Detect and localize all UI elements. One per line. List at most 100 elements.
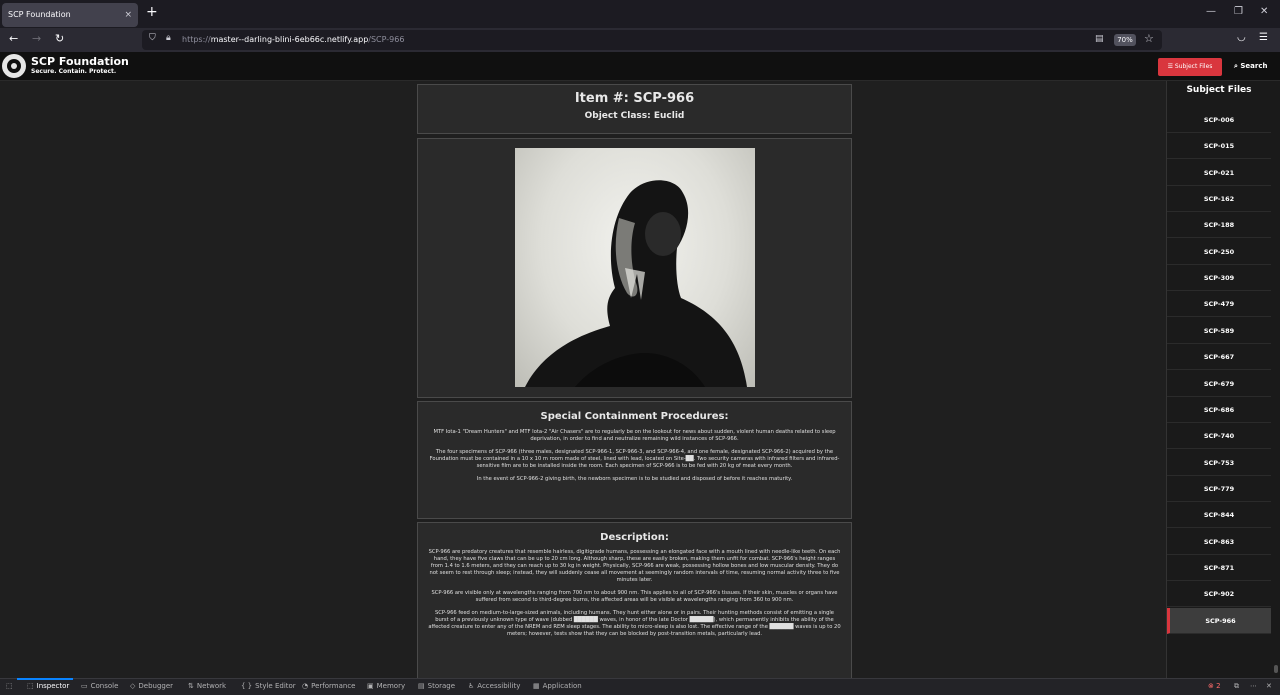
sidebar-item-scp-902[interactable]: SCP-902 [1167,581,1271,608]
devtools-tab-debugger[interactable]: ◇ Debugger [130,682,173,690]
zoom-level-badge[interactable]: 70% [1114,34,1136,46]
devtools-tab-label: Memory [376,682,406,690]
devtools-tab-inspector[interactable]: ⬚ Inspector [16,678,74,690]
menu-icon[interactable]: ☰ [1259,32,1268,43]
scp-966-creature-illustration [525,180,747,387]
close-devtools-icon[interactable]: ✕ [1266,682,1272,690]
storage-icon: ▤ [418,682,425,690]
containment-paragraph: MTF Iota-1 "Dream Hunters" and MTF Iota-… [433,429,836,442]
close-window-icon[interactable]: ✕ [1260,6,1268,17]
sidebar-item-scp-686[interactable]: SCP-686 [1167,397,1271,423]
sidebar-item-scp-679[interactable]: SCP-679 [1167,371,1271,397]
devtools-tab-network[interactable]: ⇅ Network [188,682,226,690]
sidebar-item-scp-844[interactable]: SCP-844 [1167,502,1271,529]
browser-tab[interactable]: SCP Foundation × [2,3,138,27]
item-title: Item #: SCP-966 [574,91,695,106]
sidebar-item-scp-162[interactable]: SCP-162 [1167,186,1271,213]
error-count: 2 [1216,682,1221,690]
site-tagline: Secure. Contain. Protect. [31,68,117,75]
devtools-tab-label: Storage [427,682,456,690]
containment-paragraph: In the event of SCP-966-2 giving birth, … [476,476,793,482]
devtools-tab-accessibility[interactable]: ♿︎ Accessibility [468,682,520,690]
sidebar-item-scp-871[interactable]: SCP-871 [1167,555,1271,581]
devtools-tab-style-editor[interactable]: { } Style Editor [241,682,296,690]
sidebar-item-scp-779[interactable]: SCP-779 [1167,476,1271,502]
forward-arrow-icon[interactable]: → [32,32,41,45]
pick-element-icon[interactable]: ⬚ [6,682,13,690]
devtools-tab-label: Performance [311,682,356,690]
style-editor-icon: { } [241,682,253,690]
browser-tab-strip: SCP Foundation × + — ❐ ✕ [0,0,1280,28]
containment-paragraph: The four specimens of SCP-966 (three mal… [429,449,840,469]
devtools-tab-label: Debugger [138,682,174,690]
error-count-badge[interactable]: ⊗ 2 [1208,682,1221,690]
sidebar-item-scp-589[interactable]: SCP-589 [1167,318,1271,344]
object-class: Object Class: Euclid [584,111,685,121]
sidebar-item-scp-966[interactable]: SCP-966 [1167,607,1271,634]
item-header-card: Item #: SCP-966 Object Class: Euclid [417,84,852,134]
devtools-tab-performance[interactable]: ◔ Performance [302,682,355,690]
site-title[interactable]: SCP Foundation [31,55,129,68]
console-icon: ▭ [81,682,88,690]
sidebar-item-scp-021[interactable]: SCP-021 [1167,160,1271,186]
reload-icon[interactable]: ↻ [55,32,64,45]
site-header: SCP Foundation Secure. Contain. Protect.… [0,52,1280,81]
devtools-tab-console[interactable]: ▭ Console [81,682,118,690]
url-bar[interactable]: ⛉ 🔒︎ https://master--darling-blini-6eb66… [142,30,1162,50]
subject-files-button[interactable]: ☰ Subject Files [1158,58,1222,76]
devtools-tab-label: Inspector [36,682,70,690]
sidebar-item-scp-006[interactable]: SCP-006 [1167,107,1271,133]
back-arrow-icon[interactable]: ← [9,32,18,45]
reader-view-icon[interactable]: ▤ [1095,34,1104,44]
devtools-tab-application[interactable]: ▦ Application [533,682,582,690]
page-scrollbar[interactable] [1272,81,1280,678]
pocket-icon[interactable]: ◡ [1237,32,1246,43]
new-tab-button[interactable]: + [146,4,158,20]
debugger-icon: ◇ [130,682,136,690]
browser-tab-title: SCP Foundation [8,10,71,19]
sidebar-item-scp-188[interactable]: SCP-188 [1167,212,1271,239]
devtools-tab-label: Style Editor [255,682,296,690]
devtools-tab-memory[interactable]: ▣ Memory [367,682,405,690]
description-heading: Description: [600,532,669,543]
accessibility-icon: ♿︎ [468,682,475,690]
minimize-window-icon[interactable]: — [1206,6,1216,17]
bookmark-star-icon[interactable]: ☆ [1144,32,1154,45]
sidebar-item-scp-250[interactable]: SCP-250 [1167,239,1271,265]
url-path: /SCP-966 [368,35,405,44]
lock-icon[interactable]: 🔒︎ [166,33,171,43]
devtools-tab-label: Application [542,682,582,690]
sidebar-heading: Subject Files [1186,85,1252,95]
url-host: master--darling-blini-6eb66c.netlify.app [210,35,369,44]
sidebar-item-scp-753[interactable]: SCP-753 [1167,450,1271,476]
network-icon: ⇅ [188,682,194,690]
restore-window-icon[interactable]: ❐ [1234,6,1243,17]
application-icon: ▦ [533,682,540,690]
scrollbar-thumb[interactable] [1274,665,1278,673]
scp-966-image [515,148,755,387]
sidebar-item-scp-309[interactable]: SCP-309 [1167,265,1271,292]
search-label: Search [1240,62,1268,70]
close-tab-icon[interactable]: × [124,3,132,27]
devtools-tab-storage[interactable]: ▤ Storage [418,682,455,690]
image-card [417,138,852,398]
sidebar-item-scp-667[interactable]: SCP-667 [1167,344,1271,371]
article-area: Item #: SCP-966 Object Class: Euclid Spe… [0,81,1166,678]
memory-icon: ▣ [367,682,374,690]
shield-icon[interactable]: ⛉ [149,33,156,43]
sidebar-item-scp-479[interactable]: SCP-479 [1167,291,1271,318]
containment-card: Special Containment Procedures: MTF Iota… [417,401,852,519]
more-options-icon[interactable]: ⋯ [1250,682,1257,690]
search-button[interactable]: ⌕ Search [1234,62,1267,71]
url-prefix: https:// [182,35,211,44]
sidebar-item-scp-863[interactable]: SCP-863 [1167,529,1271,555]
search-icon: ⌕ [1234,62,1238,70]
dock-icon[interactable]: ⧉ [1234,682,1239,691]
inspector-icon: ⬚ [27,682,34,690]
sidebar-item-scp-740[interactable]: SCP-740 [1167,423,1271,450]
sidebar-item-scp-015[interactable]: SCP-015 [1167,133,1271,160]
devtools-tab-label: Console [90,682,119,690]
devtools-toolbar: ⬚ ⬚ Inspector ▭ Console ◇ Debugger ⇅ Network{ }… [0,678,1280,695]
scp-logo-icon[interactable] [2,54,26,78]
url-text[interactable]: https://master--darling-blini-6eb66c.net… [182,35,404,44]
